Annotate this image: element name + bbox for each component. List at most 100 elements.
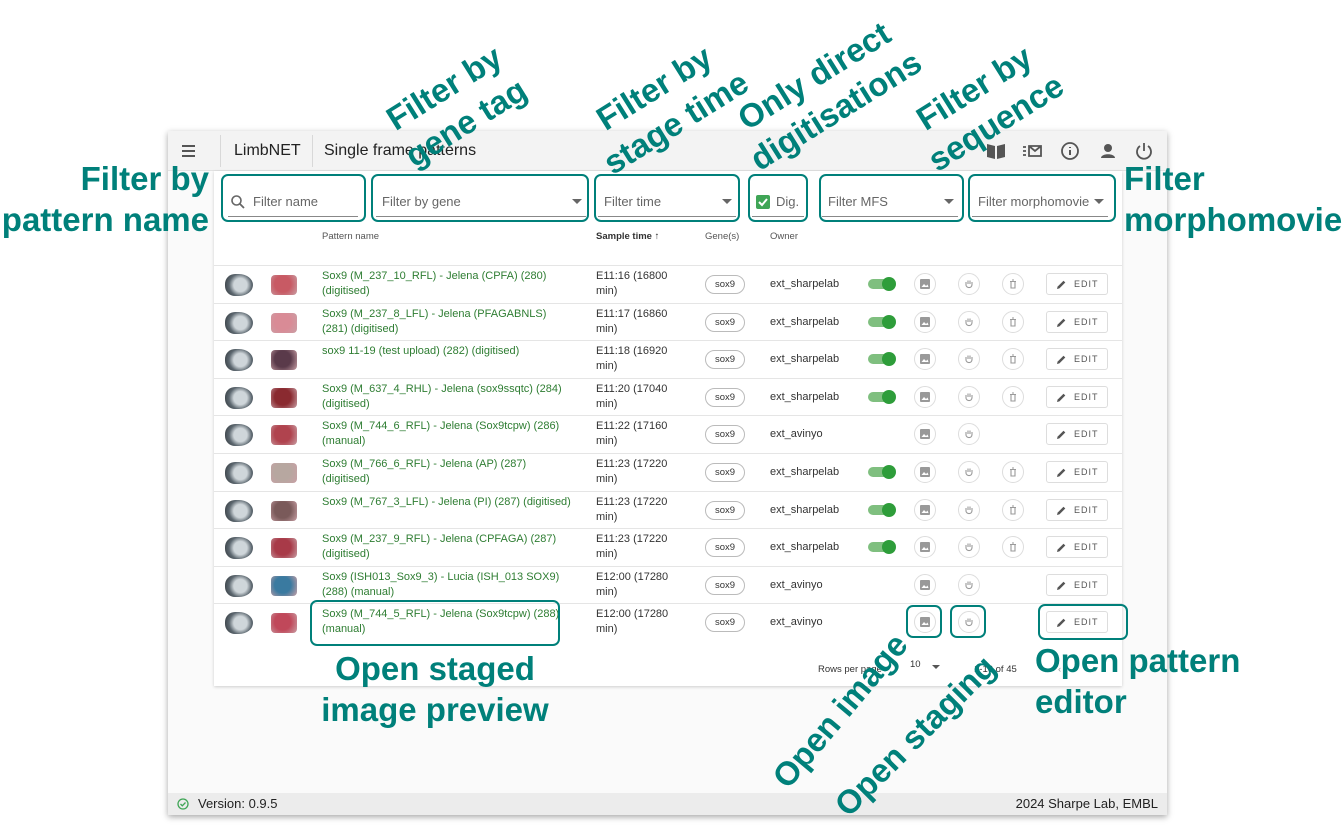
owner-name: ext_sharpelab bbox=[770, 503, 840, 516]
pattern-name-link[interactable]: Sox9 (M_637_4_RHL) - Jelena (sox9ssqtc) … bbox=[322, 382, 572, 412]
pattern-name-link[interactable]: Sox9 (M_767_3_LFL) - Jelena (PI) (287) (… bbox=[322, 495, 572, 510]
delete-button[interactable] bbox=[1002, 310, 1024, 333]
sample-time: E11:18 (16920 min) bbox=[596, 345, 668, 373]
edit-button[interactable]: EDIT bbox=[1046, 423, 1108, 446]
hand-icon bbox=[965, 468, 973, 477]
hand-icon bbox=[965, 393, 973, 401]
delete-button[interactable] bbox=[1002, 348, 1024, 371]
highlight-filter-name bbox=[221, 174, 366, 222]
message-list-icon[interactable] bbox=[1020, 139, 1044, 163]
open-image-button[interactable] bbox=[914, 273, 936, 295]
chevron-down-icon bbox=[932, 665, 940, 669]
open-staging-button[interactable] bbox=[958, 536, 980, 559]
table-row: Sox9 (M_767_3_LFL) - Jelena (PI) (287) (… bbox=[214, 490, 1122, 529]
edit-button[interactable]: EDIT bbox=[1046, 310, 1108, 333]
publish-toggle[interactable] bbox=[868, 540, 898, 555]
open-image-button[interactable] bbox=[914, 536, 936, 559]
gene-chip: sox9 bbox=[705, 312, 745, 332]
limb-thumbnail bbox=[225, 537, 253, 560]
hand-icon bbox=[965, 430, 973, 439]
open-staging-button[interactable] bbox=[958, 461, 980, 483]
header-sample-time[interactable]: Sample time ↑ bbox=[596, 231, 659, 242]
image-icon bbox=[920, 504, 930, 515]
open-staging-button[interactable] bbox=[958, 273, 980, 295]
person-icon[interactable] bbox=[1096, 139, 1120, 163]
open-image-button[interactable] bbox=[914, 498, 936, 521]
edit-button[interactable]: EDIT bbox=[1046, 498, 1108, 521]
edit-button[interactable]: EDIT bbox=[1046, 536, 1108, 559]
delete-button[interactable] bbox=[1002, 273, 1024, 295]
limb-thumbnail bbox=[225, 349, 253, 372]
open-staging-button[interactable] bbox=[958, 385, 980, 408]
pencil-icon bbox=[1057, 318, 1066, 327]
sample-time: E11:22 (17160 min) bbox=[596, 420, 668, 448]
limb-thumbnail bbox=[225, 574, 253, 597]
open-image-button[interactable] bbox=[914, 573, 936, 596]
pattern-name-link[interactable]: Sox9 (ISH013_Sox9_3) - Lucia (ISH_013 SO… bbox=[322, 570, 572, 600]
publish-toggle[interactable] bbox=[868, 502, 898, 517]
pattern-name-link[interactable]: Sox9 (M_237_9_RFL) - Jelena (CPFAGA) (28… bbox=[322, 532, 572, 562]
open-image-button[interactable] bbox=[914, 348, 936, 371]
edit-button[interactable]: EDIT bbox=[1046, 573, 1108, 596]
publish-toggle[interactable] bbox=[868, 465, 898, 479]
delete-button[interactable] bbox=[1002, 385, 1024, 408]
pattern-name-link[interactable]: Sox9 (M_766_6_RFL) - Jelena (AP) (287) (… bbox=[322, 457, 572, 487]
gene-chip: sox9 bbox=[705, 463, 745, 482]
highlight-filter-mfs bbox=[819, 174, 964, 222]
open-staging-button[interactable] bbox=[958, 423, 980, 446]
edit-button[interactable]: EDIT bbox=[1046, 273, 1108, 295]
annotation-open-editor: Open pattern editor bbox=[1035, 640, 1240, 723]
open-image-button[interactable] bbox=[914, 385, 936, 408]
sample-time: E11:23 (17220 min) bbox=[596, 495, 668, 523]
pattern-name-link[interactable]: sox9 11-19 (test upload) (282) (digitise… bbox=[322, 344, 572, 359]
publish-toggle[interactable] bbox=[868, 277, 898, 291]
open-staging-button[interactable] bbox=[958, 573, 980, 596]
highlight-edit bbox=[1038, 604, 1128, 640]
pattern-thumbnail bbox=[271, 387, 297, 408]
open-image-button[interactable] bbox=[914, 423, 936, 446]
edit-button[interactable]: EDIT bbox=[1046, 348, 1108, 371]
edit-button[interactable]: EDIT bbox=[1046, 385, 1108, 408]
annotation-line: morphomovie bbox=[1124, 201, 1343, 239]
gene-chip: sox9 bbox=[705, 350, 745, 370]
image-icon bbox=[920, 279, 930, 289]
header-owner[interactable]: Owner bbox=[770, 231, 798, 242]
annotation-line: Filter bbox=[1124, 160, 1205, 197]
edit-button[interactable]: EDIT bbox=[1046, 461, 1108, 483]
rows-per-page-select[interactable]: 10 bbox=[910, 659, 942, 677]
pattern-thumbnail bbox=[271, 613, 297, 634]
pattern-name-link[interactable]: Sox9 (M_237_8_LFL) - Jelena (PFAGABNLS) … bbox=[322, 307, 572, 337]
version-text: Version: 0.9.5 bbox=[198, 796, 278, 811]
open-staging-button[interactable] bbox=[958, 498, 980, 521]
hand-icon bbox=[965, 581, 973, 589]
edit-label: EDIT bbox=[1074, 467, 1099, 477]
open-staging-button[interactable] bbox=[958, 310, 980, 333]
delete-button[interactable] bbox=[1002, 498, 1024, 521]
trash-icon bbox=[1010, 392, 1016, 402]
header-pattern-name[interactable]: Pattern name bbox=[322, 231, 379, 242]
pencil-icon bbox=[1057, 543, 1066, 553]
hand-icon bbox=[965, 543, 973, 552]
publish-toggle[interactable] bbox=[868, 389, 898, 404]
pattern-name-link[interactable]: Sox9 (M_237_10_RFL) - Jelena (CPFA) (280… bbox=[322, 269, 572, 299]
delete-button[interactable] bbox=[1002, 461, 1024, 483]
owner-name: ext_avinyo bbox=[770, 616, 823, 629]
open-staging-button[interactable] bbox=[958, 348, 980, 371]
publish-toggle[interactable] bbox=[868, 352, 898, 367]
hand-icon bbox=[965, 355, 973, 364]
open-image-button[interactable] bbox=[914, 461, 936, 483]
check-circle-icon bbox=[177, 798, 189, 810]
delete-button[interactable] bbox=[1002, 536, 1024, 559]
pattern-name-link[interactable]: Sox9 (M_744_6_RFL) - Jelena (Sox9tcpw) (… bbox=[322, 419, 572, 449]
info-icon[interactable] bbox=[1058, 139, 1082, 163]
edit-label: EDIT bbox=[1074, 579, 1099, 590]
open-image-button[interactable] bbox=[914, 310, 936, 333]
table-row: Sox9 (M_744_6_RFL) - Jelena (Sox9tcpw) (… bbox=[214, 415, 1122, 453]
image-icon bbox=[920, 542, 930, 553]
app-window: LimbNET Single frame patterns Filter nam… bbox=[168, 131, 1167, 815]
publish-toggle[interactable] bbox=[868, 314, 898, 329]
image-icon bbox=[920, 391, 930, 402]
pattern-thumbnail bbox=[271, 350, 297, 371]
gene-chip: sox9 bbox=[705, 275, 745, 294]
annotation-line: editor bbox=[1035, 683, 1127, 721]
